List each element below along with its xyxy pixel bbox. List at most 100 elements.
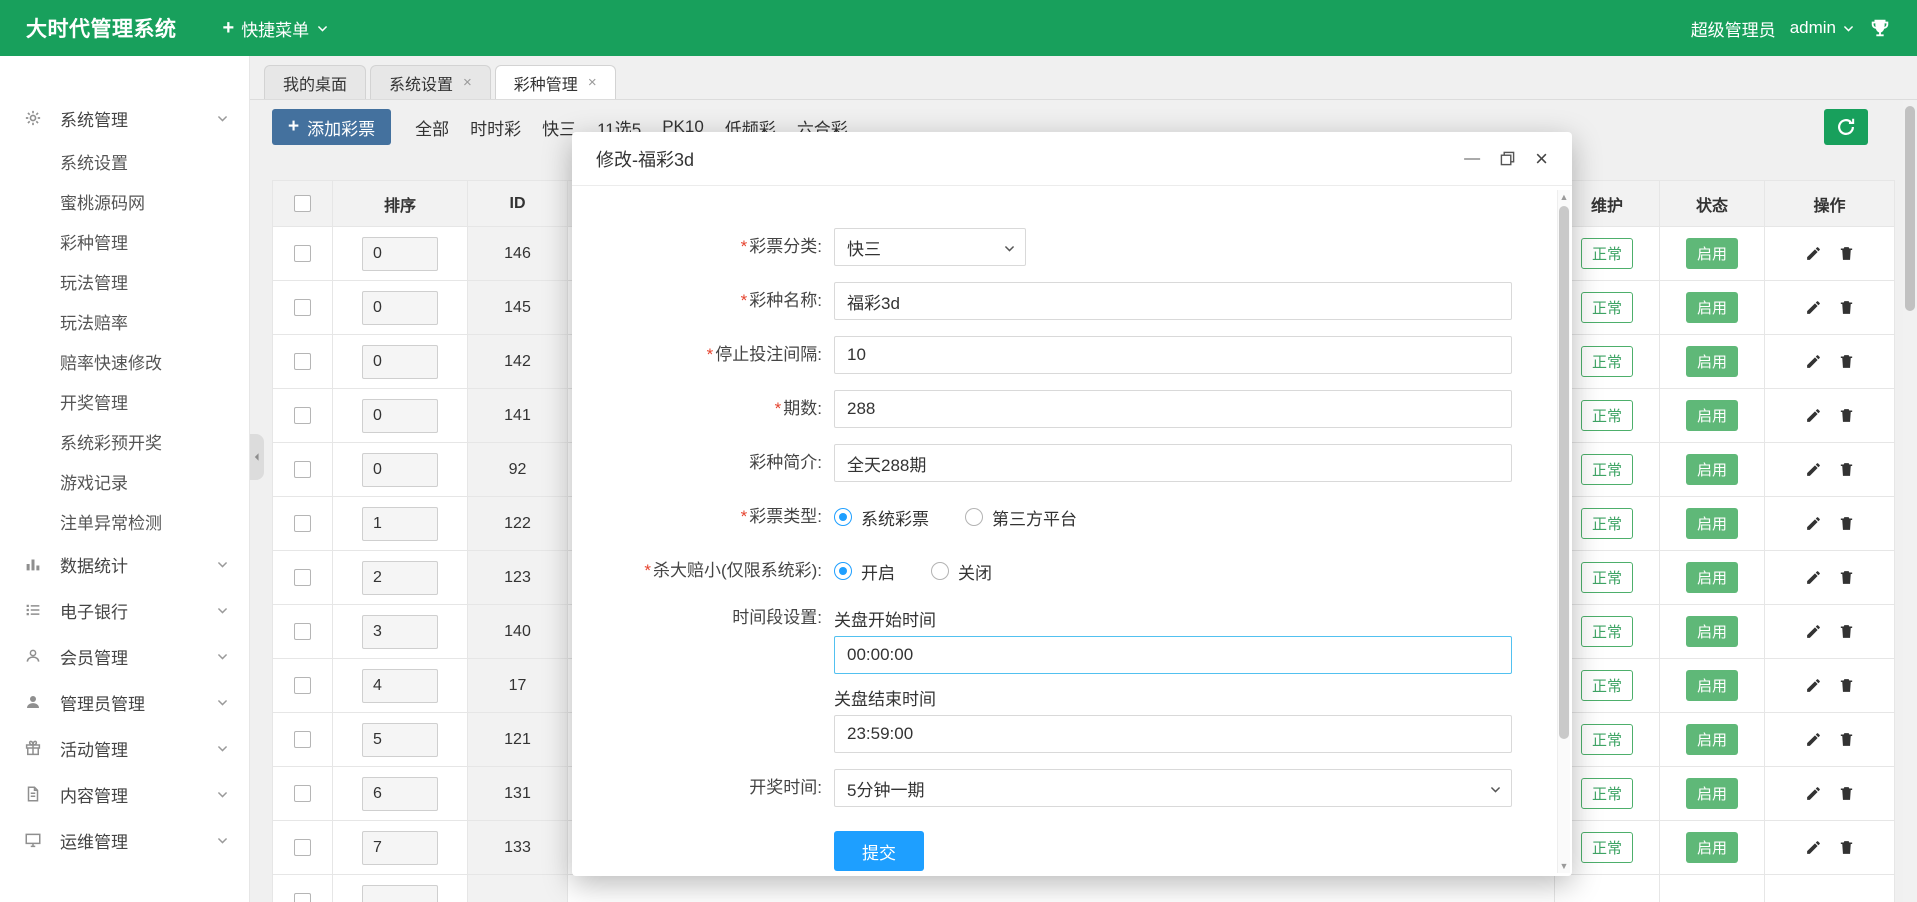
maximize-icon[interactable] bbox=[1500, 151, 1515, 166]
category-select[interactable]: 快三 bbox=[834, 228, 1026, 266]
row-checkbox[interactable] bbox=[294, 731, 311, 748]
delete-icon[interactable] bbox=[1838, 245, 1855, 262]
edit-icon[interactable] bbox=[1805, 299, 1822, 316]
sort-input[interactable] bbox=[362, 507, 438, 541]
sidebar-item-admins[interactable]: 管理员管理 bbox=[0, 679, 249, 725]
row-checkbox[interactable] bbox=[294, 353, 311, 370]
delete-icon[interactable] bbox=[1838, 299, 1855, 316]
row-checkbox[interactable] bbox=[294, 245, 311, 262]
sidebar-subitem[interactable]: 注单异常检测 bbox=[0, 501, 249, 541]
sidebar-item-ops[interactable]: 运维管理 bbox=[0, 817, 249, 863]
sort-input[interactable] bbox=[362, 669, 438, 703]
status-badge[interactable]: 启用 bbox=[1686, 562, 1738, 593]
maintain-badge[interactable]: 正常 bbox=[1581, 616, 1633, 647]
sidebar-collapse-handle[interactable] bbox=[250, 434, 264, 480]
sort-input[interactable] bbox=[362, 777, 438, 811]
minimize-icon[interactable]: — bbox=[1464, 151, 1480, 167]
delete-icon[interactable] bbox=[1838, 677, 1855, 694]
row-checkbox[interactable] bbox=[294, 839, 311, 856]
maintain-badge[interactable]: 正常 bbox=[1581, 562, 1633, 593]
edit-icon[interactable] bbox=[1805, 461, 1822, 478]
edit-icon[interactable] bbox=[1805, 515, 1822, 532]
delete-icon[interactable] bbox=[1838, 569, 1855, 586]
delete-icon[interactable] bbox=[1838, 839, 1855, 856]
status-badge[interactable]: 启用 bbox=[1686, 238, 1738, 269]
edit-icon[interactable] bbox=[1805, 785, 1822, 802]
edit-icon[interactable] bbox=[1805, 731, 1822, 748]
maintain-badge[interactable]: 正常 bbox=[1581, 454, 1633, 485]
page-scrollbar-thumb[interactable] bbox=[1905, 106, 1915, 311]
sidebar-item-e-bank[interactable]: 电子银行 bbox=[0, 587, 249, 633]
radio-kill-on[interactable]: 开启 bbox=[834, 559, 895, 584]
edit-icon[interactable] bbox=[1805, 353, 1822, 370]
tab-close-icon[interactable]: × bbox=[588, 74, 597, 91]
edit-icon[interactable] bbox=[1805, 407, 1822, 424]
trophy-icon[interactable] bbox=[1869, 17, 1891, 39]
sort-input[interactable] bbox=[362, 237, 438, 271]
delete-icon[interactable] bbox=[1838, 785, 1855, 802]
intro-input[interactable] bbox=[834, 444, 1512, 482]
quick-menu-button[interactable]: + 快捷菜单 bbox=[223, 16, 330, 41]
refresh-button[interactable] bbox=[1824, 109, 1868, 145]
delete-icon[interactable] bbox=[1838, 515, 1855, 532]
delete-icon[interactable] bbox=[1838, 731, 1855, 748]
sidebar-item-data-stats[interactable]: 数据统计 bbox=[0, 541, 249, 587]
status-badge[interactable]: 启用 bbox=[1686, 724, 1738, 755]
scroll-down-arrow[interactable]: ▼ bbox=[1558, 859, 1570, 873]
status-badge[interactable]: 启用 bbox=[1686, 400, 1738, 431]
maintain-badge[interactable]: 正常 bbox=[1581, 508, 1633, 539]
sidebar-subitem[interactable]: 玩法赔率 bbox=[0, 301, 249, 341]
radio-kill-off[interactable]: 关闭 bbox=[931, 559, 992, 584]
maintain-badge[interactable]: 正常 bbox=[1581, 832, 1633, 863]
radio-system-lottery[interactable]: 系统彩票 bbox=[834, 505, 929, 530]
maintain-badge[interactable]: 正常 bbox=[1581, 778, 1633, 809]
tab-2[interactable]: 系统设置× bbox=[370, 65, 491, 99]
status-badge[interactable]: 启用 bbox=[1686, 832, 1738, 863]
row-checkbox[interactable] bbox=[294, 461, 311, 478]
page-scrollbar[interactable] bbox=[1903, 100, 1917, 902]
sort-input[interactable] bbox=[362, 453, 438, 487]
sort-input[interactable] bbox=[362, 291, 438, 325]
delete-icon[interactable] bbox=[1838, 461, 1855, 478]
sidebar-subitem[interactable]: 系统彩预开奖 bbox=[0, 421, 249, 461]
sort-input[interactable] bbox=[362, 345, 438, 379]
stop-interval-input[interactable] bbox=[834, 336, 1512, 374]
sidebar-subitem[interactable]: 系统设置 bbox=[0, 141, 249, 181]
tab-close-icon[interactable]: × bbox=[463, 74, 472, 91]
sidebar-item-activities[interactable]: 活动管理 bbox=[0, 725, 249, 771]
sidebar-subitem[interactable]: 彩种管理 bbox=[0, 221, 249, 261]
status-badge[interactable]: 启用 bbox=[1686, 346, 1738, 377]
sidebar-item-system[interactable]: 系统管理 bbox=[0, 95, 249, 141]
submit-button[interactable]: 提交 bbox=[834, 831, 924, 871]
scroll-up-arrow[interactable]: ▲ bbox=[1558, 190, 1570, 204]
filter-link[interactable]: 全部 bbox=[415, 115, 449, 140]
delete-icon[interactable] bbox=[1838, 353, 1855, 370]
maintain-badge[interactable]: 正常 bbox=[1581, 670, 1633, 701]
row-checkbox[interactable] bbox=[294, 893, 311, 902]
sidebar-item-members[interactable]: 会员管理 bbox=[0, 633, 249, 679]
status-badge[interactable]: 启用 bbox=[1686, 778, 1738, 809]
sidebar-subitem[interactable]: 蜜桃源码网 bbox=[0, 181, 249, 221]
maintain-badge[interactable]: 正常 bbox=[1581, 346, 1633, 377]
sidebar-item-content[interactable]: 内容管理 bbox=[0, 771, 249, 817]
edit-icon[interactable] bbox=[1805, 245, 1822, 262]
row-checkbox[interactable] bbox=[294, 299, 311, 316]
modal-scrollbar[interactable]: ▲ ▼ bbox=[1557, 190, 1570, 873]
sort-input[interactable] bbox=[362, 561, 438, 595]
status-badge[interactable]: 启用 bbox=[1686, 616, 1738, 647]
close-start-input[interactable] bbox=[834, 636, 1512, 674]
status-badge[interactable]: 启用 bbox=[1686, 670, 1738, 701]
draw-time-select[interactable]: 5分钟一期 bbox=[834, 769, 1512, 807]
edit-icon[interactable] bbox=[1805, 677, 1822, 694]
tab-1[interactable]: 我的桌面 bbox=[264, 65, 366, 99]
row-checkbox[interactable] bbox=[294, 515, 311, 532]
select-all-checkbox[interactable] bbox=[294, 195, 311, 212]
maintain-badge[interactable]: 正常 bbox=[1581, 400, 1633, 431]
status-badge[interactable]: 启用 bbox=[1686, 454, 1738, 485]
sidebar-subitem[interactable]: 游戏记录 bbox=[0, 461, 249, 501]
status-badge[interactable]: 启用 bbox=[1686, 292, 1738, 323]
delete-icon[interactable] bbox=[1838, 407, 1855, 424]
close-icon[interactable]: × bbox=[1535, 148, 1548, 170]
sort-input[interactable] bbox=[362, 885, 438, 902]
sort-input[interactable] bbox=[362, 723, 438, 757]
